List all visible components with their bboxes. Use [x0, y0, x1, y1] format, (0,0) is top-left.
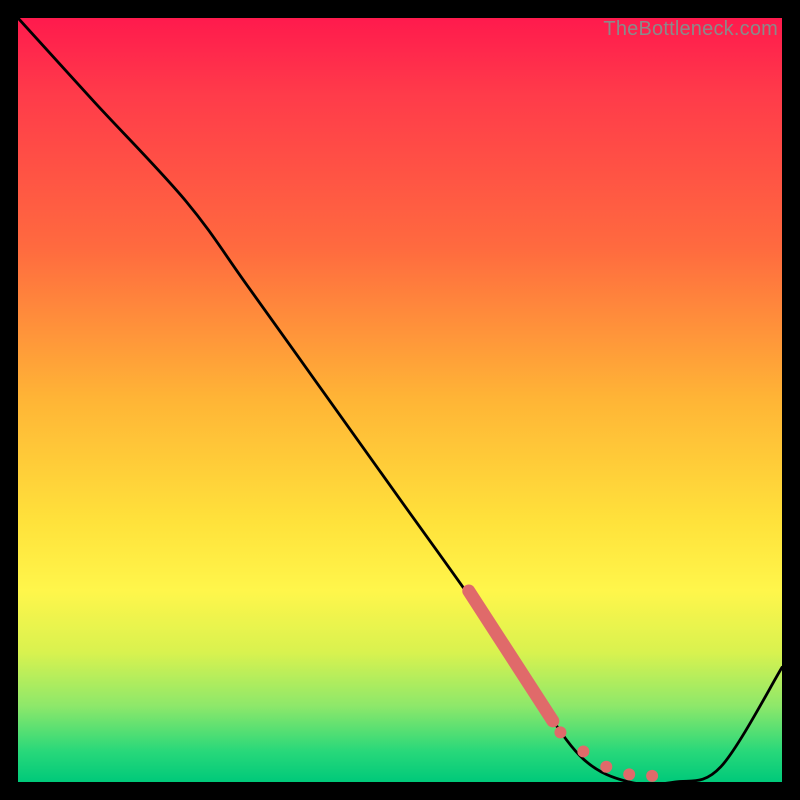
bottleneck-curve — [18, 18, 782, 782]
highlight-dot — [646, 770, 658, 782]
highlight-segment — [469, 591, 553, 721]
watermark-text: TheBottleneck.com — [603, 18, 778, 41]
highlight-dot — [600, 761, 612, 773]
highlight-dot — [554, 726, 566, 738]
chart-overlay — [18, 18, 782, 782]
highlight-dot — [623, 768, 635, 780]
highlight-dot — [577, 745, 589, 757]
chart-frame: TheBottleneck.com — [18, 18, 782, 782]
